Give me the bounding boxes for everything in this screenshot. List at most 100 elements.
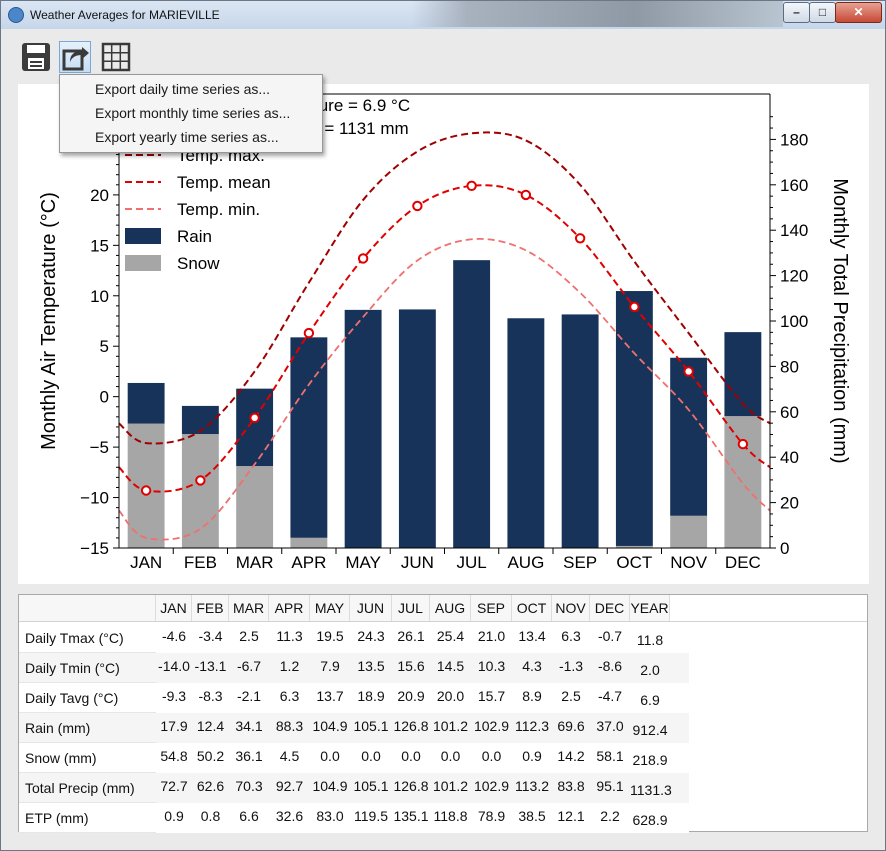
table-cell: 19.5: [316, 628, 344, 644]
table-row-label: Daily Tavg (°C): [19, 683, 156, 713]
table-cell: 15.7: [477, 688, 506, 704]
table-cell: 21.0: [477, 628, 506, 644]
rain-bar: [561, 314, 599, 548]
table-cell: 15.6: [397, 658, 425, 674]
export-menu: Export daily time series as... Export mo…: [59, 74, 323, 153]
y-tick-label: −10: [80, 489, 109, 508]
rain-bar: [127, 382, 165, 424]
table-cell: 83.8: [557, 778, 585, 794]
y-tick-label: 20: [90, 186, 109, 205]
table-cell: 135.1: [393, 808, 429, 824]
table-cell: 17.9: [160, 718, 188, 734]
y-tick-label: −5: [90, 438, 109, 457]
table-cell: 628.9: [632, 812, 668, 828]
maximize-icon: □: [818, 5, 827, 19]
table-cell: 58.1: [596, 748, 624, 764]
table-cell: 12.4: [196, 718, 225, 734]
table-cell: 1.2: [279, 658, 300, 674]
table-cell: 912.4: [632, 722, 668, 738]
table-column-header: YEAR: [630, 595, 670, 622]
table-view-button[interactable]: [100, 41, 132, 73]
table-cell: 0.0: [401, 748, 421, 764]
app-window: Weather Averages for MARIEVILLE – □ ✕ −1…: [0, 0, 886, 851]
y-tick-label: 10: [90, 287, 109, 306]
x-tick-label: AUG: [507, 553, 544, 572]
table-cell: 105.1: [353, 778, 389, 794]
table-cell: 7.9: [320, 658, 340, 674]
rain-bar: [236, 388, 274, 467]
table-cell: 126.8: [393, 778, 429, 794]
temp-mean-point: [574, 233, 586, 244]
table-cell: 11.3: [276, 628, 303, 644]
table-cell: 34.1: [235, 718, 263, 734]
table-cell: 13.7: [316, 688, 344, 704]
menu-item-export-yearly[interactable]: Export yearly time series as...: [61, 125, 321, 149]
chart-panel: −15−10−505101520250204060801001201401601…: [18, 84, 869, 584]
x-tick-label: MAR: [236, 553, 274, 572]
table-cell: -8.3: [198, 688, 223, 704]
table-row-label: ETP (mm): [19, 803, 156, 833]
table-cell: -14.0: [158, 658, 190, 674]
table-cell: 104.9: [312, 718, 348, 734]
table-corner: [19, 595, 156, 622]
y2-tick-label: 100: [780, 312, 808, 331]
table-cell: 1131.3: [630, 782, 672, 798]
rain-bar: [453, 260, 491, 548]
maximize-button[interactable]: □: [809, 2, 836, 23]
table-column-header: JAN: [156, 595, 192, 622]
table-cell: 126.8: [393, 718, 429, 734]
table-cell: -1.3: [558, 658, 584, 674]
summary-table: JAN FEB MAR APR MAY JUN JUL AUG SEP OCT NOV DEC YEAR…: [18, 594, 868, 833]
x-tick-label: NOV: [670, 553, 708, 572]
table-cell: -9.3: [161, 688, 187, 704]
y-tick-label: 15: [90, 236, 109, 255]
table-cell: 0.0: [440, 748, 461, 764]
rain-bar: [398, 309, 436, 548]
y-axis-title: Monthly Air Temperature (°C): [38, 192, 60, 450]
menu-item-export-daily[interactable]: Export daily time series as...: [61, 77, 321, 101]
table-cell: -8.6: [597, 658, 623, 674]
table-cell: -13.1: [194, 658, 227, 674]
x-tick-label: MAY: [345, 553, 381, 572]
table-cell: 18.9: [357, 688, 385, 704]
table-cell: 62.6: [196, 778, 225, 794]
table-row-label: Total Precip (mm): [19, 773, 156, 803]
save-button[interactable]: [20, 41, 52, 73]
table-cell: 24.3: [357, 628, 385, 644]
title-bar[interactable]: Weather Averages for MARIEVILLE – □ ✕: [1, 1, 885, 29]
close-button[interactable]: ✕: [835, 2, 882, 23]
table-cell: 102.9: [473, 778, 510, 794]
table-cell: -6.7: [236, 658, 262, 674]
minimize-button[interactable]: –: [783, 2, 810, 23]
table-cell: 13.4: [518, 628, 546, 644]
table-cell: 14.5: [436, 658, 465, 674]
table-cell: 2.5: [561, 688, 581, 704]
y2-tick-label: 80: [780, 357, 799, 376]
table-cell: 54.8: [160, 748, 188, 764]
table-column-header: FEB: [192, 595, 229, 622]
y2-tick-label: 120: [780, 267, 808, 286]
x-tick-label: JAN: [130, 553, 162, 572]
legend-label: Temp. min.: [177, 200, 260, 219]
table-cell: 2.5: [239, 628, 259, 644]
table-cell: 10.3: [477, 658, 506, 674]
table-cell: -3.4: [198, 628, 223, 644]
table-cell: 2.2: [600, 808, 620, 824]
table-cell: 6.3: [279, 688, 300, 704]
rain-bar: [344, 309, 382, 548]
export-button[interactable]: [59, 41, 91, 73]
legend-swatch: [125, 228, 161, 244]
x-tick-label: OCT: [616, 553, 652, 572]
y2-tick-label: 180: [780, 130, 808, 149]
table-cell: 2.0: [640, 662, 660, 678]
table-column-header: OCT: [512, 595, 552, 622]
temp-mean-point: [140, 485, 152, 496]
table-cell: 32.6: [275, 808, 304, 824]
table-cell: 6.3: [561, 628, 581, 644]
menu-item-export-monthly[interactable]: Export monthly time series as...: [61, 101, 321, 125]
table-cell: 118.8: [433, 808, 468, 824]
table-cell: 36.1: [235, 748, 263, 764]
x-tick-label: JUN: [401, 553, 434, 572]
table-column-header: NOV: [552, 595, 590, 622]
y-tick-label: 5: [100, 337, 109, 356]
